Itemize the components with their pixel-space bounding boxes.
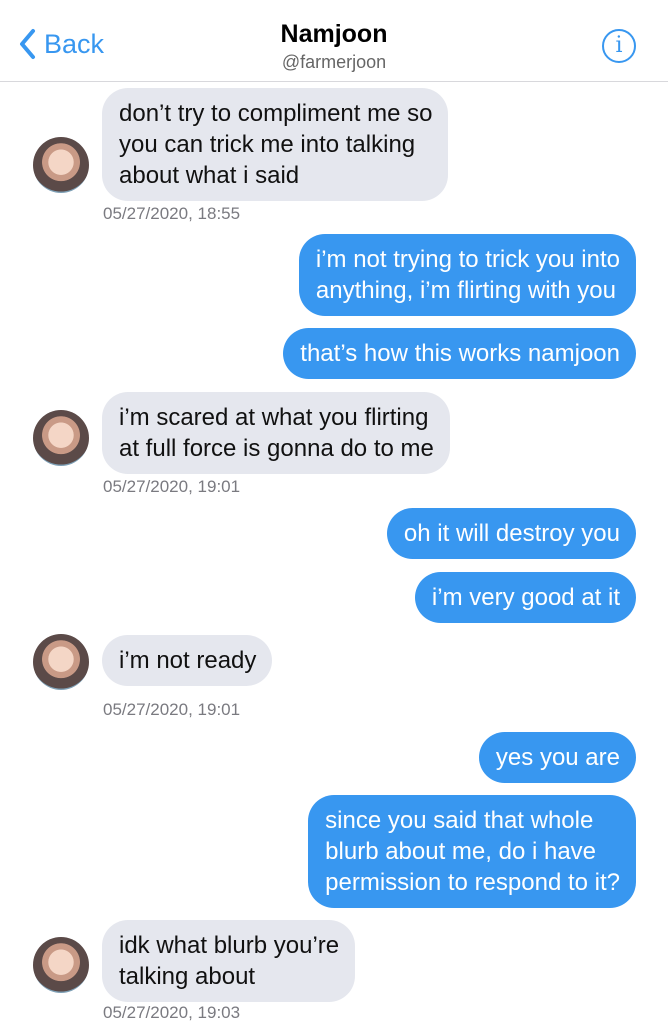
message-line: permission to respond to it? <box>325 869 620 896</box>
avatar[interactable] <box>33 410 89 466</box>
avatar[interactable] <box>33 937 89 993</box>
message-line: i’m scared at what you flirting <box>119 404 429 431</box>
message-line: yes you are <box>495 744 620 771</box>
sent-message: that’s how this works namjoon <box>283 328 636 379</box>
message-line: oh it will destroy you <box>403 520 620 547</box>
contact-name: Namjoon <box>280 20 388 48</box>
contact-handle: @farmerjoon <box>281 52 387 72</box>
sent-message: i’m not trying to trick you into anythin… <box>298 234 636 316</box>
message-line: you can trick me into talking <box>119 131 416 158</box>
timestamp: 05/27/2020, 18:55 <box>103 204 241 223</box>
message-line: don’t try to compliment me so <box>119 100 433 127</box>
chat-header: Back Namjoon @farmerjoon i <box>0 0 668 82</box>
message-line: since you said that whole <box>325 807 594 834</box>
received-message: i’m scared at what you flirting at full … <box>102 392 450 474</box>
sent-message: i’m very good at it <box>414 572 636 623</box>
message-line: anything, i’m flirting with you <box>315 277 617 304</box>
avatar[interactable] <box>33 137 89 193</box>
message-line: i’m very good at it <box>431 584 620 611</box>
sent-message: since you said that whole blurb about me… <box>308 795 636 908</box>
message-line: blurb about me, do i have <box>325 838 597 865</box>
info-icon[interactable]: i <box>602 29 636 63</box>
received-message: i’m not ready <box>102 635 273 686</box>
received-message: idk what blurb you’re talking about <box>102 920 356 1002</box>
timestamp: 05/27/2020, 19:03 <box>103 1003 241 1022</box>
timestamp: 05/27/2020, 19:01 <box>103 477 241 496</box>
sent-message: yes you are <box>478 732 636 783</box>
message-line: that’s how this works namjoon <box>300 340 620 367</box>
avatar[interactable] <box>33 634 89 690</box>
message-line: i’m not ready <box>119 647 257 674</box>
sent-message: oh it will destroy you <box>386 508 636 559</box>
message-line: about what i said <box>119 162 300 189</box>
message-line: at full force is gonna do to me <box>119 435 434 462</box>
message-line: idk what blurb you’re <box>119 932 340 959</box>
timestamp: 05/27/2020, 19:01 <box>103 700 241 719</box>
received-message: don’t try to compliment me so you can tr… <box>102 88 449 201</box>
message-line: i’m not trying to trick you into <box>315 246 620 273</box>
message-line: talking about <box>119 963 256 990</box>
